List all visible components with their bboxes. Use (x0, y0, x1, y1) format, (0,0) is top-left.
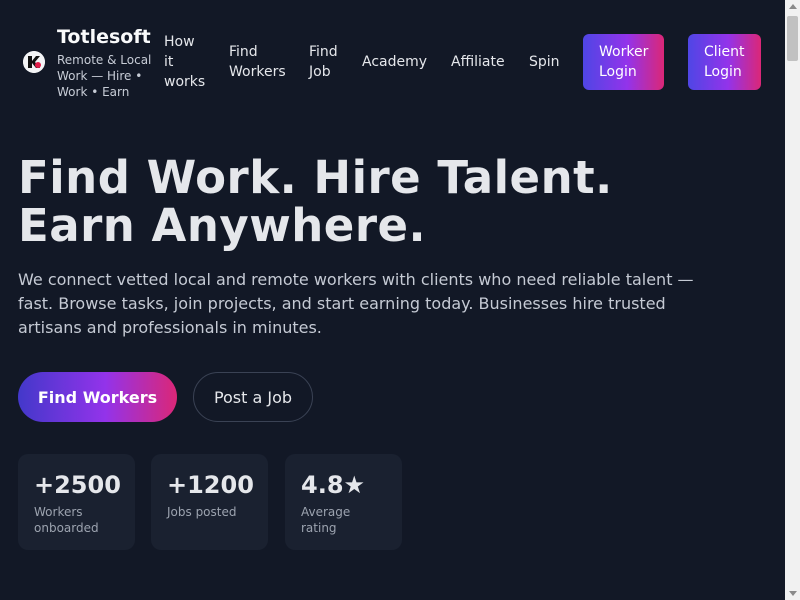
brand-tagline: Remote & Local Work — Hire • Work • Earn (57, 53, 152, 99)
stat-value: 4.8★ (301, 471, 366, 499)
scroll-down-arrow-icon[interactable] (789, 591, 797, 596)
stat-card-jobs: +1200 Jobs posted (151, 454, 268, 550)
nav-find-workers[interactable]: Find Workers (229, 42, 293, 82)
hero-title: Find Work. Hire Talent. Earn Anywhere. (18, 154, 778, 250)
worker-login-button[interactable]: Worker Login (583, 34, 664, 90)
nav-spin[interactable]: Spin (529, 52, 560, 72)
find-workers-button[interactable]: Find Workers (18, 372, 177, 422)
nav-find-job[interactable]: Find Job (309, 42, 345, 82)
scroll-up-arrow-icon[interactable] (789, 4, 797, 9)
scrollbar-thumb[interactable] (787, 16, 798, 61)
stat-value: +1200 (167, 471, 254, 499)
site-header: Totlesoft Remote & Local Work — Hire • W… (0, 0, 785, 124)
client-login-button[interactable]: Client Login (688, 34, 761, 90)
stat-card-workers: +2500 Workers onboarded (18, 454, 135, 550)
hero-title-line-1: Find Work. Hire Talent. (18, 151, 613, 204)
post-a-job-button[interactable]: Post a Job (193, 372, 313, 422)
hero-title-line-2: Earn Anywhere. (18, 199, 427, 252)
brand-name[interactable]: Totlesoft (57, 26, 151, 48)
nav-how-it-works[interactable]: How it works (164, 32, 208, 92)
stat-label: Jobs posted (167, 505, 237, 519)
hero-subtitle: We connect vetted local and remote worke… (18, 270, 694, 337)
brand-logo-icon[interactable] (23, 51, 45, 73)
stat-card-rating: 4.8★ Average rating (285, 454, 402, 550)
stat-label: Average rating (301, 505, 351, 535)
nav-affiliate[interactable]: Affiliate (451, 52, 505, 72)
stat-label: Workers onboarded (34, 505, 99, 535)
stat-value: +2500 (34, 471, 121, 499)
vertical-scrollbar[interactable] (785, 0, 800, 600)
nav-academy[interactable]: Academy (362, 52, 427, 72)
page: Totlesoft Remote & Local Work — Hire • W… (0, 0, 785, 600)
